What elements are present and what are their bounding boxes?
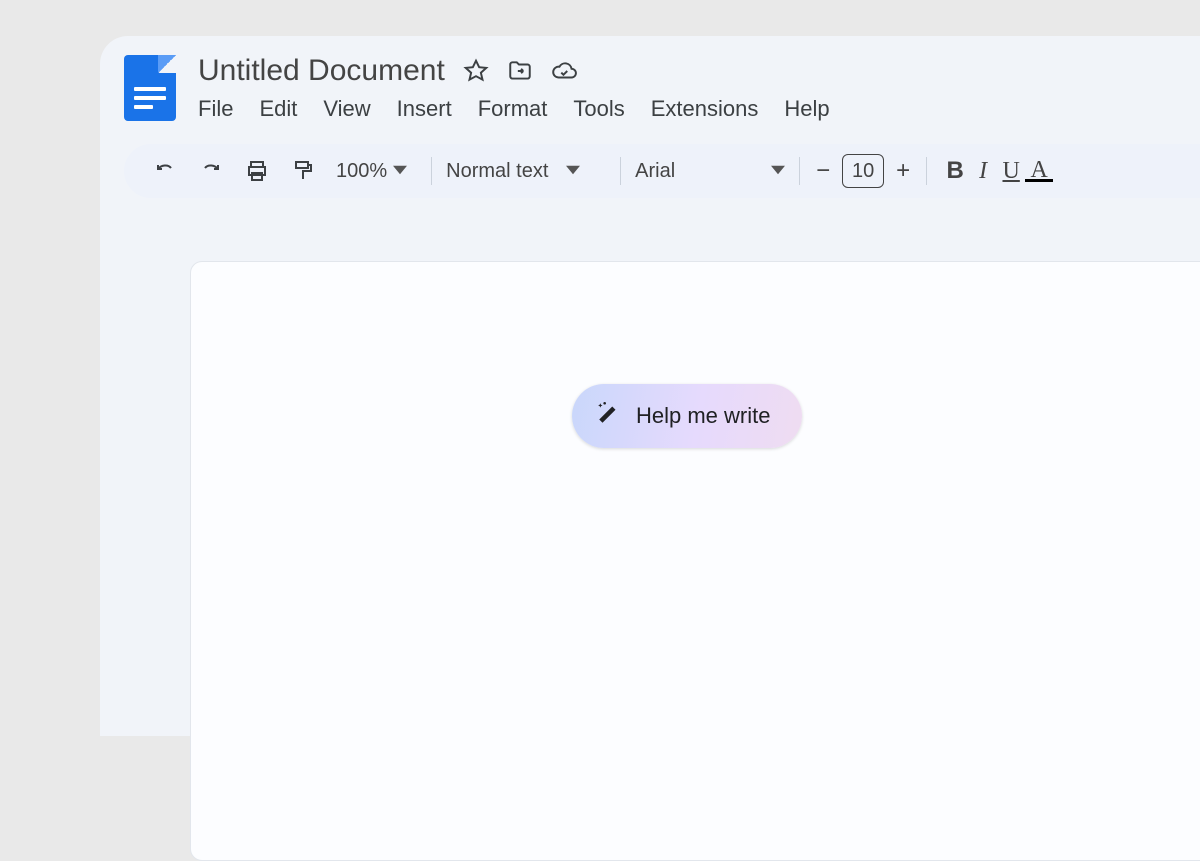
menu-help[interactable]: Help xyxy=(784,96,829,122)
caret-down-icon xyxy=(771,160,785,183)
paragraph-style-select[interactable]: Normal text xyxy=(446,160,606,183)
separator xyxy=(799,157,800,185)
bold-button[interactable]: B xyxy=(941,157,969,185)
menu-file[interactable]: File xyxy=(198,96,233,122)
separator xyxy=(620,157,621,185)
menu-edit[interactable]: Edit xyxy=(259,96,297,122)
font-size-group: − 10 + xyxy=(814,154,912,188)
title-bar: Untitled Document File Edit View Insert … xyxy=(100,36,1200,122)
underline-button[interactable]: U xyxy=(997,158,1025,185)
caret-down-icon xyxy=(393,160,407,183)
menu-bar: File Edit View Insert Format Tools Exten… xyxy=(198,94,830,122)
toolbar: 100% Normal text Arial − 10 + B I U A xyxy=(124,144,1200,198)
font-size-decrease[interactable]: − xyxy=(814,157,832,185)
paint-format-icon[interactable] xyxy=(286,154,320,188)
redo-icon[interactable] xyxy=(194,154,228,188)
menu-extensions[interactable]: Extensions xyxy=(651,96,759,122)
star-icon[interactable] xyxy=(463,58,489,84)
caret-down-icon xyxy=(566,160,580,183)
document-title[interactable]: Untitled Document xyxy=(198,54,445,88)
paragraph-style-value: Normal text xyxy=(446,160,548,183)
magic-pen-icon xyxy=(596,400,622,432)
move-folder-icon[interactable] xyxy=(507,58,533,84)
help-me-write-button[interactable]: Help me write xyxy=(572,384,802,448)
font-value: Arial xyxy=(635,160,675,183)
zoom-value: 100% xyxy=(336,160,387,183)
font-select[interactable]: Arial xyxy=(635,160,785,183)
separator xyxy=(926,157,927,185)
separator xyxy=(431,157,432,185)
help-me-write-label: Help me write xyxy=(636,403,770,429)
menu-tools[interactable]: Tools xyxy=(573,96,624,122)
menu-view[interactable]: View xyxy=(323,96,370,122)
docs-logo-icon[interactable] xyxy=(124,55,176,121)
zoom-select[interactable]: 100% xyxy=(336,160,407,183)
font-size-increase[interactable]: + xyxy=(894,157,912,185)
cloud-status-icon[interactable] xyxy=(551,58,577,84)
italic-button[interactable]: I xyxy=(969,158,997,185)
menu-insert[interactable]: Insert xyxy=(397,96,452,122)
font-size-input[interactable]: 10 xyxy=(842,154,884,188)
undo-icon[interactable] xyxy=(148,154,182,188)
document-canvas[interactable] xyxy=(190,261,1200,861)
print-icon[interactable] xyxy=(240,154,274,188)
app-window: Untitled Document File Edit View Insert … xyxy=(100,36,1200,736)
text-color-button[interactable]: A xyxy=(1025,161,1053,182)
menu-format[interactable]: Format xyxy=(478,96,548,122)
